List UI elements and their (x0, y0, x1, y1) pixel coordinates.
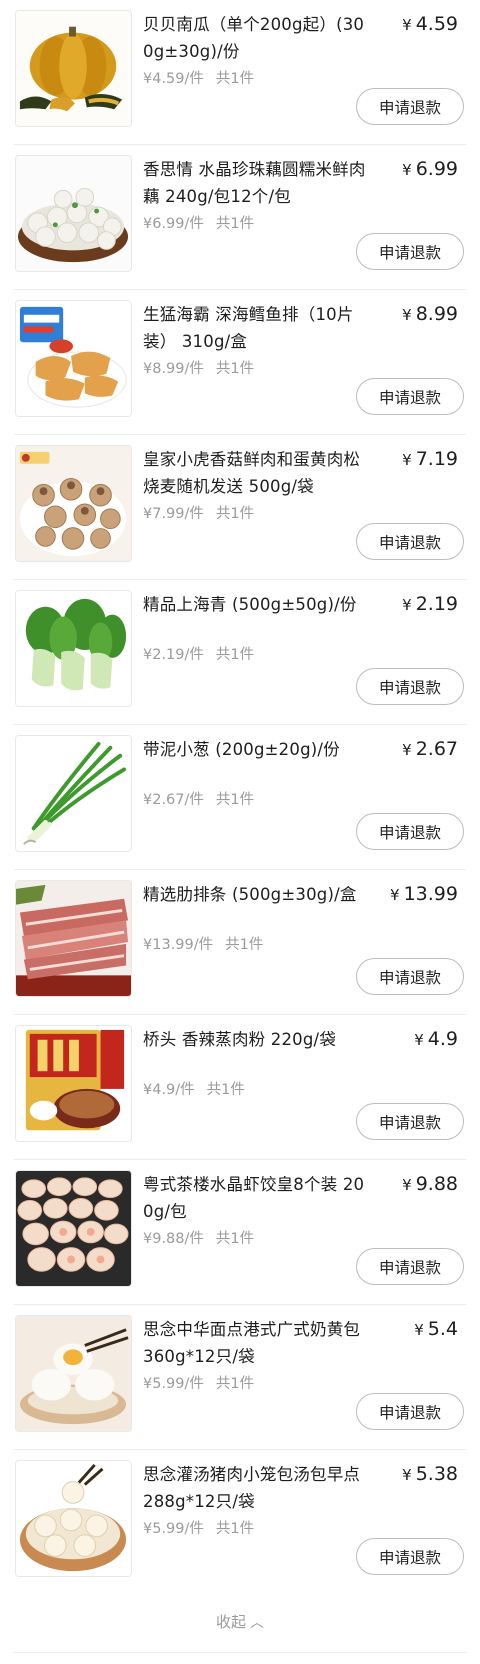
apply-refund-button[interactable]: 申请退款 (356, 233, 464, 270)
product-price: ¥8.99 (402, 303, 458, 325)
apply-refund-button[interactable]: 申请退款 (356, 88, 464, 125)
order-item: 生猛海霸 深海鳕鱼排（10片装） 310g/盒 ¥8.99 ¥8.99/件 共1件… (14, 290, 466, 435)
pork-ribs-image[interactable] (15, 880, 132, 997)
custard-bun-image[interactable] (15, 1315, 132, 1432)
lotus-root-balls-image[interactable] (15, 155, 132, 272)
apply-refund-button[interactable]: 申请退款 (356, 1248, 464, 1285)
apply-refund-button[interactable]: 申请退款 (356, 813, 464, 850)
product-price: ¥4.59 (402, 13, 458, 35)
xiaolongbao-image[interactable] (15, 1460, 132, 1577)
order-item: 皇家小虎香菇鲜肉和蛋黄肉松烧麦随机发送 500g/袋 ¥7.19 ¥7.99/件… (14, 435, 466, 580)
product-price: ¥2.19 (402, 593, 458, 615)
product-price: ¥13.99 (390, 883, 458, 905)
order-item: 桥头 香辣蒸肉粉 220g/袋 ¥4.9 ¥4.9/件 共1件 申请退款 (14, 1015, 466, 1160)
unit-price-and-qty: ¥9.88/件 共1件 (143, 1231, 255, 1247)
bok-choy-image[interactable] (15, 590, 132, 707)
unit-price-and-qty: ¥4.59/件 共1件 (143, 71, 255, 87)
apply-refund-button[interactable]: 申请退款 (356, 523, 464, 560)
product-price: ¥6.99 (402, 158, 458, 180)
apply-refund-button[interactable]: 申请退款 (356, 958, 464, 995)
unit-price-and-qty: ¥5.99/件 共1件 (143, 1376, 255, 1392)
shrimp-dumpling-image[interactable] (15, 1170, 132, 1287)
unit-price-and-qty: ¥2.19/件 共1件 (143, 647, 255, 663)
chevron-up-icon: ︿ (250, 1615, 264, 1631)
product-name[interactable]: 精选肋排条 (500g±30g)/盒 (143, 881, 373, 908)
unit-price-and-qty: ¥5.99/件 共1件 (143, 1521, 255, 1537)
unit-price-and-qty: ¥6.99/件 共1件 (143, 216, 255, 232)
product-name[interactable]: 粤式茶楼水晶虾饺皇8个装 200g/包 (143, 1171, 373, 1225)
order-item: 思念灌汤猪肉小笼包汤包早点 288g*12只/袋 ¥5.38 ¥5.99/件 共1… (14, 1450, 466, 1595)
product-name[interactable]: 香思情 水晶珍珠藕圆糯米鲜肉藕 240g/包12个/包 (143, 156, 373, 210)
order-item: 香思情 水晶珍珠藕圆糯米鲜肉藕 240g/包12个/包 ¥6.99 ¥6.99/… (14, 145, 466, 290)
unit-price-and-qty: ¥2.67/件 共1件 (143, 792, 255, 808)
shaomai-image[interactable] (15, 445, 132, 562)
order-item: 思念中华面点港式广式奶黄包 360g*12只/袋 ¥5.4 ¥5.99/件 共1件… (14, 1305, 466, 1450)
unit-price-and-qty: ¥8.99/件 共1件 (143, 361, 255, 377)
order-item-list: 贝贝南瓜（单个200g起）(300g±30g)/份 ¥4.59 ¥4.59/件共… (0, 0, 480, 1595)
apply-refund-button[interactable]: 申请退款 (356, 1538, 464, 1575)
product-name[interactable]: 精品上海青 (500g±50g)/份 (143, 591, 373, 618)
order-item: 带泥小葱 (200g±20g)/份 ¥2.67 ¥2.67/件 共1件 申请退款 (14, 725, 466, 870)
order-item: 粤式茶楼水晶虾饺皇8个装 200g/包 ¥9.88 ¥9.88/件 共1件 申请退… (14, 1160, 466, 1305)
product-price: ¥5.38 (402, 1463, 458, 1485)
product-name[interactable]: 贝贝南瓜（单个200g起）(300g±30g)/份 (143, 11, 373, 65)
product-price: ¥7.19 (402, 448, 458, 470)
product-name[interactable]: 生猛海霸 深海鳕鱼排（10片装） 310g/盒 (143, 301, 373, 355)
product-name[interactable]: 思念中华面点港式广式奶黄包 360g*12只/袋 (143, 1316, 373, 1370)
fish-fillet-image[interactable] (15, 300, 132, 417)
apply-refund-button[interactable]: 申请退款 (356, 668, 464, 705)
product-price: ¥2.67 (402, 738, 458, 760)
order-item: 精品上海青 (500g±50g)/份 ¥2.19 ¥2.19/件 共1件 申请退款 (14, 580, 466, 725)
apply-refund-button[interactable]: 申请退款 (356, 1103, 464, 1140)
apply-refund-button[interactable]: 申请退款 (356, 1393, 464, 1430)
collapse-toggle[interactable]: 收起 ︿ (0, 1611, 480, 1632)
unit-price-and-qty: ¥7.99/件 共1件 (143, 506, 255, 522)
product-name[interactable]: 带泥小葱 (200g±20g)/份 (143, 736, 373, 763)
order-item: 精选肋排条 (500g±30g)/盒 ¥13.99 ¥13.99/件 共1件 申请… (14, 870, 466, 1015)
steamed-meat-powder-image[interactable] (15, 1025, 132, 1142)
apply-refund-button[interactable]: 申请退款 (356, 378, 464, 415)
product-price: ¥4.9 (414, 1028, 458, 1050)
collapse-label: 收起 (215, 1613, 246, 1631)
scallion-image[interactable] (15, 735, 132, 852)
product-name[interactable]: 思念灌汤猪肉小笼包汤包早点 288g*12只/袋 (143, 1461, 373, 1515)
pumpkin-image[interactable] (15, 10, 132, 127)
order-item: 贝贝南瓜（单个200g起）(300g±30g)/份 ¥4.59 ¥4.59/件共… (14, 0, 466, 145)
product-price: ¥5.4 (414, 1318, 458, 1340)
divider (14, 1652, 466, 1653)
unit-price-and-qty: ¥13.99/件 共1件 (143, 937, 264, 953)
product-name[interactable]: 桥头 香辣蒸肉粉 220g/袋 (143, 1026, 373, 1053)
product-price: ¥9.88 (402, 1173, 458, 1195)
product-name[interactable]: 皇家小虎香菇鲜肉和蛋黄肉松烧麦随机发送 500g/袋 (143, 446, 373, 500)
unit-price-and-qty: ¥4.9/件 共1件 (143, 1082, 245, 1098)
